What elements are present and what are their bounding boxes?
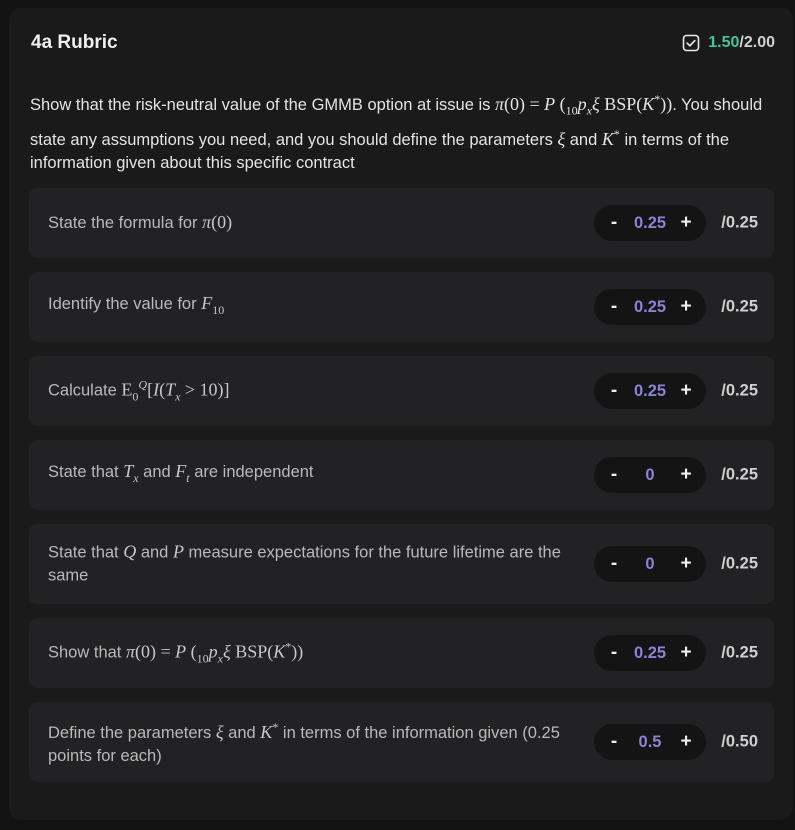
decrement-button[interactable]: - (606, 464, 622, 486)
score-value: 0 (645, 465, 655, 484)
max-score: /0.25 (721, 381, 758, 400)
score-stepper: - 0.25 + (594, 373, 706, 409)
increment-button[interactable]: + (678, 731, 694, 753)
increment-button[interactable]: + (678, 380, 694, 402)
rubric-item-label: State the formula for π(0) (48, 212, 233, 232)
rubric-item: Identify the value for F10 - 0.25 + /0.2… (29, 272, 774, 342)
max-score: /0.25 (721, 213, 758, 232)
decrement-button[interactable]: - (606, 731, 622, 753)
decrement-button[interactable]: - (606, 553, 622, 575)
score-stepper: - 0 + (594, 546, 706, 582)
prompt-xi: ξ (557, 128, 566, 149)
increment-button[interactable]: + (678, 212, 694, 234)
checkbox-checked-icon (682, 34, 700, 52)
rubric-item-label: Calculate E0Q[I(Tx > 10)] (48, 377, 230, 404)
rubric-item-label: State that Q and P measure expectations … (48, 541, 561, 585)
score-stepper: - 0 + (594, 457, 706, 493)
increment-button[interactable]: + (678, 464, 694, 486)
max-score: /0.25 (721, 554, 758, 573)
score-value: 0 (645, 554, 655, 573)
rubric-item: Define the parameters ξ and K* in terms … (29, 702, 774, 782)
increment-button[interactable]: + (678, 296, 694, 318)
rubric-panel: 4a Rubric 1.50/2.00 Show that the risk-n… (9, 8, 793, 820)
increment-button[interactable]: + (678, 553, 694, 575)
score-value: 0.25 (633, 381, 667, 400)
decrement-button[interactable]: - (606, 212, 622, 234)
prompt-formula: π(0) = P (10pxξ BSP(K*)) (494, 92, 673, 118)
score-stepper: - 0.25 + (594, 205, 706, 241)
rubric-item-label: Define the parameters ξ and K* in terms … (48, 720, 560, 765)
rubric-item: Show that π(0) = P (10pxξ BSP(K*)) - 0.2… (29, 618, 774, 688)
prompt-text-3: and (569, 130, 598, 149)
rubric-item: State that Q and P measure expectations … (29, 524, 774, 604)
score-stepper: - 0.25 + (594, 635, 706, 671)
rubric-item-label: State that Tx and Ft are independent (48, 461, 314, 485)
max-score: /0.25 (721, 465, 758, 484)
max-score: /0.25 (721, 643, 758, 662)
rubric-header: 4a Rubric 1.50/2.00 (31, 28, 775, 58)
rubric-item: Calculate E0Q[I(Tx > 10)] - 0.25 + /0.25 (29, 356, 774, 426)
increment-button[interactable]: + (678, 642, 694, 664)
decrement-button[interactable]: - (606, 642, 622, 664)
score-value: 0.25 (633, 643, 667, 662)
rubric-item-label: Identify the value for F10 (48, 293, 225, 317)
score-earned: 1.50 (708, 34, 740, 51)
rubric-item-label: Show that π(0) = P (10pxξ BSP(K*)) (48, 639, 304, 666)
prompt-kstar: K* (601, 126, 620, 149)
rubric-item: State that Tx and Ft are independent - 0… (29, 440, 774, 510)
prompt-text-1: Show that the risk-neutral value of the … (30, 96, 491, 114)
score-value: 0.5 (638, 732, 662, 751)
decrement-button[interactable]: - (606, 380, 622, 402)
question-prompt: Show that the risk-neutral value of the … (30, 88, 780, 175)
score-value: 0.25 (633, 213, 667, 232)
score-value: 0.25 (633, 297, 667, 316)
rubric-title: 4a Rubric (31, 32, 118, 53)
score-total: /2.00 (739, 34, 775, 51)
rubric-item: State the formula for π(0) - 0.25 + /0.2… (29, 188, 774, 258)
decrement-button[interactable]: - (606, 296, 622, 318)
max-score: /0.25 (721, 297, 758, 316)
max-score: /0.50 (721, 732, 758, 751)
score-stepper: - 0.25 + (594, 289, 706, 325)
total-score: 1.50/2.00 (682, 34, 775, 52)
score-stepper: - 0.5 + (594, 724, 706, 760)
